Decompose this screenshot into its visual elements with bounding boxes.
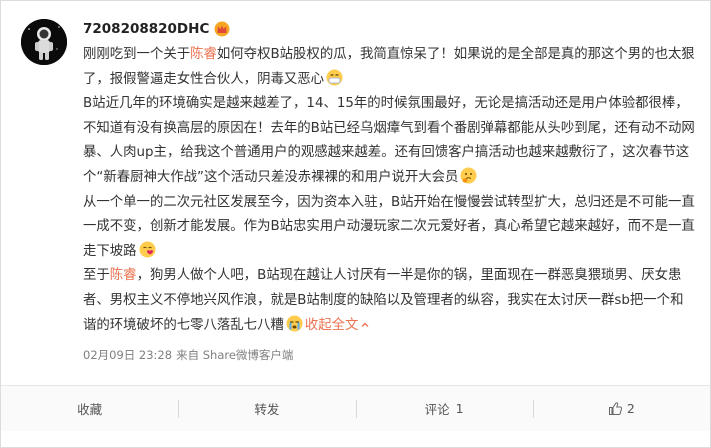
- post-time[interactable]: 02月09日 23:28: [83, 347, 172, 363]
- post-meta: 02月09日 23:28 来自 Share微博客户端: [83, 347, 293, 363]
- heart-kiss-emoji: [139, 241, 156, 258]
- like-count: 2: [626, 401, 635, 416]
- post-paragraph-2: B站近几年的环境确实是越来越差了，14、15年的时候氛围最好，无论是搞活动还是用…: [83, 96, 695, 185]
- comment-count: 1: [455, 401, 464, 416]
- thinking-face-emoji: [460, 167, 477, 184]
- avatar[interactable]: [21, 19, 67, 65]
- vip-crown-icon[interactable]: [213, 21, 231, 37]
- favorite-label: 收藏: [77, 402, 103, 417]
- favorite-button[interactable]: 收藏: [1, 386, 178, 431]
- repost-label: 转发: [254, 402, 280, 417]
- post-content: 刚刚吃到一个关于陈睿如何夺权B站股权的瓜，我简直惊呆了！如果说的是全部是真的那这…: [83, 43, 695, 338]
- post-paragraph-4: 至于陈睿，狗男人做个人吧，B站现在越让人讨厌有一半是你的锅，里面现在一群恶臭猥琐…: [83, 268, 684, 333]
- username[interactable]: 7208208820DHC: [83, 21, 209, 37]
- collapse-full-text-link[interactable]: 收起全文: [305, 318, 371, 333]
- mention-link[interactable]: 陈睿: [190, 47, 217, 62]
- like-button[interactable]: 2: [532, 386, 710, 431]
- crying-face-emoji: [286, 315, 303, 332]
- post-source: 来自 Share微博客户端: [176, 348, 294, 362]
- post-paragraph-1: 刚刚吃到一个关于陈睿如何夺权B站股权的瓜，我简直惊呆了！如果说的是全部是真的那这…: [83, 47, 695, 87]
- sick-face-emoji: [326, 69, 343, 86]
- chevron-up-icon: [361, 322, 369, 327]
- action-bar: 收藏 转发 评论 1 2: [1, 385, 710, 431]
- repost-button[interactable]: 转发: [178, 386, 355, 431]
- astronaut-avatar-image: [21, 19, 67, 65]
- username-row: 7208208820DHC: [83, 19, 231, 39]
- comment-label: 评论: [424, 402, 450, 417]
- post-paragraph-3: 从一个单一的二次元社区发展至今，因为资本入驻，B站开始在慢慢尝试转型扩大，总归还…: [83, 194, 695, 259]
- comment-button[interactable]: 评论 1: [355, 386, 533, 431]
- weibo-post-card: 7208208820DHC 刚刚吃到一个关于陈睿如何夺权B站股权的瓜，我简直惊呆…: [0, 0, 711, 448]
- mention-link[interactable]: 陈睿: [110, 268, 137, 283]
- thumbs-up-icon: [608, 402, 622, 415]
